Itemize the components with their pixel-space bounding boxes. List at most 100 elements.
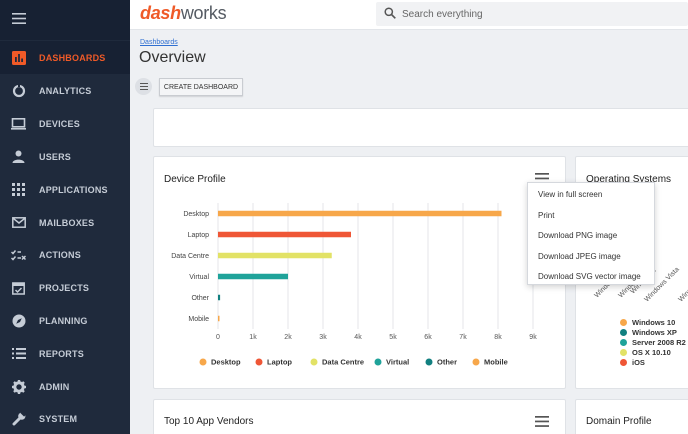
y-category-label: Data Centre <box>171 253 209 260</box>
legend-item[interactable]: Other <box>425 358 458 367</box>
legend-item[interactable]: Data Centre <box>310 358 365 367</box>
sidebar-item-system[interactable]: SYSTEM <box>0 402 130 434</box>
search-input[interactable] <box>402 6 682 22</box>
hamburger-icon <box>12 13 26 24</box>
legend-item[interactable]: Windows XP <box>620 327 686 337</box>
x-tick-label: 4k <box>354 334 362 341</box>
legend-swatch <box>620 358 627 366</box>
menu-item-download-png[interactable]: Download PNG image <box>528 226 654 247</box>
legend-swatch <box>199 358 207 366</box>
legend-item[interactable]: iOS <box>620 357 686 367</box>
legend-label: Windows 10 <box>632 317 676 327</box>
sidebar-item-planning[interactable]: PLANNING <box>0 304 130 337</box>
legend-label: iOS <box>632 357 645 367</box>
sidebar-item-admin[interactable]: ADMIN <box>0 370 130 403</box>
apps-grid-icon <box>10 181 27 198</box>
bar <box>218 273 288 280</box>
chart-menu-button[interactable] <box>535 414 549 432</box>
sidebar-item-label: PLANNING <box>39 315 88 326</box>
bar-chart-icon <box>10 49 27 66</box>
os-axis-label: Windows <box>677 278 688 303</box>
legend-label: Virtual <box>386 358 409 367</box>
user-icon <box>10 148 27 165</box>
x-tick-label: 0 <box>216 334 220 341</box>
list-icon <box>10 345 27 362</box>
laptop-icon <box>10 115 27 132</box>
search-box[interactable] <box>376 2 688 26</box>
sidebar-item-applications[interactable]: APPLICATIONS <box>0 173 130 206</box>
legend-item[interactable]: Laptop <box>255 358 293 367</box>
legend-swatch <box>425 358 433 366</box>
gear-icon <box>10 378 27 395</box>
breadcrumb[interactable]: Dashboards <box>140 39 178 46</box>
legend-swatch <box>620 318 627 326</box>
sidebar-item-projects[interactable]: PROJECTS <box>0 271 130 304</box>
os-legend: Windows 10 Windows XP Server 2008 R2 OS … <box>620 317 686 367</box>
wrench-icon <box>10 410 27 427</box>
main-menu-button[interactable] <box>0 0 130 40</box>
sidebar-item-label: ANALYTICS <box>39 85 92 96</box>
menu-item-download-jpeg[interactable]: Download JPEG image <box>528 247 654 268</box>
sidebar-item-label: ACTIONS <box>39 249 81 260</box>
banner-card <box>153 108 688 147</box>
sidebar-item-label: PROJECTS <box>39 282 90 293</box>
card-title: Top 10 App Vendors <box>164 416 254 427</box>
donut-chart-icon <box>10 82 27 99</box>
mail-icon <box>10 214 27 231</box>
y-category-label: Laptop <box>188 232 210 239</box>
compass-icon <box>10 312 27 329</box>
menu-item-view-fullscreen[interactable]: View in full screen <box>528 185 654 206</box>
sidebar-item-actions[interactable]: ACTIONS <box>0 238 130 271</box>
page-title: Overview <box>139 49 206 66</box>
legend-label: OS X 10.10 <box>632 347 671 357</box>
card-title: Domain Profile <box>586 416 652 427</box>
bar <box>218 252 332 259</box>
x-tick-label: 3k <box>319 334 327 341</box>
sidebar-item-label: APPLICATIONS <box>39 184 108 195</box>
legend-item[interactable]: OS X 10.10 <box>620 347 686 357</box>
sidebar-item-mailboxes[interactable]: MAILBOXES <box>0 206 130 239</box>
legend-label: Desktop <box>211 358 241 367</box>
menu-item-download-svg[interactable]: Download SVG vector image <box>528 267 654 288</box>
legend-label: Data Centre <box>322 358 364 367</box>
legend-swatch <box>472 358 480 366</box>
legend-swatch <box>255 358 263 366</box>
sidebar-item-label: DASHBOARDS <box>39 52 106 63</box>
app-logo[interactable]: dashworks <box>140 3 227 24</box>
dashboard-menu-toggle[interactable] <box>135 78 152 95</box>
legend-label: Mobile <box>484 358 508 367</box>
page-header: Dashboards Overview <box>130 30 688 75</box>
card-title: Device Profile <box>164 174 226 185</box>
sidebar-item-dashboards[interactable]: DASHBOARDS <box>0 41 130 74</box>
sidebar-item-analytics[interactable]: ANALYTICS <box>0 74 130 107</box>
legend-item[interactable]: Mobile <box>472 358 508 367</box>
legend-swatch <box>374 358 382 366</box>
bar <box>218 210 502 217</box>
device-profile-chart: 0 1k 2k 3k 4k 5k 6k 7k 8k 9k Desktop Laptop Data Cen… <box>171 203 537 367</box>
create-dashboard-button[interactable]: CREATE DASHBOARD <box>159 78 243 96</box>
legend-item[interactable]: Server 2008 R2 <box>620 337 686 347</box>
x-tick-label: 9k <box>529 334 537 341</box>
menu-item-print[interactable]: Print <box>528 206 654 227</box>
sidebar-item-reports[interactable]: REPORTS <box>0 337 130 370</box>
menu-lines-icon <box>139 83 148 90</box>
legend-label: Windows XP <box>632 327 677 337</box>
legend-item[interactable]: Windows 10 <box>620 317 686 327</box>
top-vendors-card: Top 10 App Vendors <box>153 399 566 434</box>
legend-item[interactable]: Virtual <box>374 358 410 367</box>
chart-context-menu: View in full screen Print Download PNG i… <box>527 182 655 285</box>
sidebar-item-label: SYSTEM <box>39 413 78 424</box>
sidebar-item-label: ADMIN <box>39 381 70 392</box>
legend-swatch <box>310 358 318 366</box>
logo-accent-text: dash <box>140 3 181 23</box>
y-category-label: Desktop <box>183 211 209 218</box>
x-tick-label: 6k <box>424 334 432 341</box>
bar <box>218 294 221 301</box>
sidebar-item-users[interactable]: USERS <box>0 140 130 173</box>
sidebar-item-devices[interactable]: DEVICES <box>0 107 130 140</box>
sidebar-item-label: DEVICES <box>39 118 80 129</box>
legend-item[interactable]: Desktop <box>199 358 242 367</box>
legend-label: Laptop <box>267 358 292 367</box>
x-tick-label: 5k <box>389 334 397 341</box>
search-icon <box>384 7 396 19</box>
